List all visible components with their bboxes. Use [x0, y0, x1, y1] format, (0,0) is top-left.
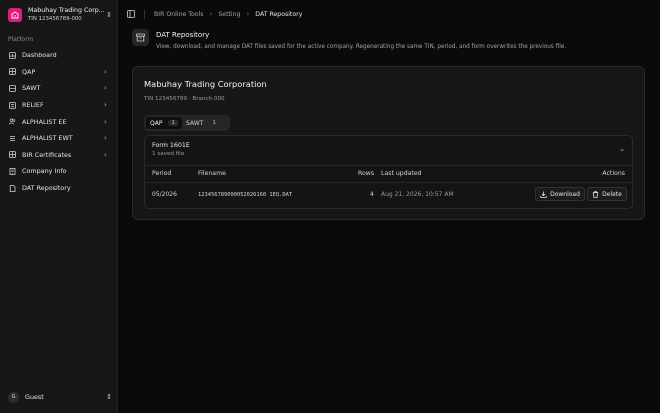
- download-icon: [540, 191, 547, 198]
- chevrons-updown-icon: ⇕: [106, 11, 112, 19]
- chevron-down-icon[interactable]: ⌄: [619, 145, 625, 153]
- company-logo-icon: [8, 8, 22, 22]
- archive-icon: [132, 29, 149, 46]
- sidebar-item-company-info[interactable]: Company Info: [4, 163, 114, 180]
- grid-icon: [8, 68, 16, 76]
- chevron-right-icon: ›: [104, 117, 107, 126]
- sidebar-item-label: RELIEF: [22, 101, 44, 110]
- tab-label: SAWT: [186, 119, 204, 127]
- sidebar-nav: Dashboard QAP › SAWT › RELIEF › ALPHALIS…: [4, 47, 114, 196]
- download-button[interactable]: Download: [535, 187, 585, 201]
- column-header-actions: Actions: [602, 170, 625, 177]
- company-info: Mabuhay Trading Corp... TIN 123456789-00…: [28, 6, 104, 24]
- divider: [144, 9, 145, 19]
- user-name: Guest: [25, 393, 44, 401]
- sidebar-item-alphalist-ewt[interactable]: ALPHALIST EWT ›: [4, 130, 114, 147]
- form-header[interactable]: Form 1601E 1 saved file ⌄: [145, 136, 632, 166]
- chevron-right-icon: ›: [104, 150, 107, 159]
- page-description: View, download, and manage DAT files sav…: [156, 44, 567, 50]
- sidebar-item-label: Company Info: [22, 167, 67, 176]
- cell-rows: 4: [370, 191, 374, 198]
- delete-label: Delete: [602, 190, 622, 198]
- company-name: Mabuhay Trading Corp...: [28, 7, 104, 14]
- column-header-filename: Filename: [198, 170, 226, 177]
- sidebar-item-dashboard[interactable]: Dashboard: [4, 47, 114, 64]
- tab-count-badge: 1: [212, 120, 216, 126]
- list-icon: [8, 101, 16, 109]
- column-header-period: Period: [152, 170, 172, 177]
- company-card: Mabuhay Trading Corporation TIN 12345678…: [132, 66, 645, 220]
- chevron-right-icon: ›: [209, 10, 213, 18]
- sidebar-item-label: SAWT: [22, 84, 41, 93]
- sidebar-item-sawt[interactable]: SAWT ›: [4, 80, 114, 97]
- breadcrumb-current: DAT Repository: [255, 10, 303, 18]
- cell-last-updated: Aug 21, 2026, 10:57 AM: [381, 191, 454, 198]
- sidebar-toggle-icon[interactable]: [126, 9, 136, 19]
- grid-icon: [8, 151, 16, 159]
- sidebar-item-relief[interactable]: RELIEF ›: [4, 97, 114, 114]
- cell-period: 05/2026: [152, 191, 177, 198]
- form-file-count: 1 saved file: [152, 151, 185, 157]
- main-content: BIR Online Tools › Setting › DAT Reposit…: [118, 0, 660, 413]
- form-section: Form 1601E 1 saved file ⌄ Period Filenam…: [144, 135, 633, 209]
- tab-qap[interactable]: QAP 1: [146, 117, 183, 129]
- sidebar-item-label: Dashboard: [22, 51, 57, 60]
- sidebar-item-dat-repository[interactable]: DAT Repository: [4, 180, 114, 197]
- delete-button[interactable]: Delete: [587, 187, 627, 201]
- chevron-right-icon: ›: [104, 67, 107, 76]
- column-header-last-updated: Last updated: [381, 170, 422, 177]
- grid-icon: [8, 84, 16, 92]
- sidebar-item-label: ALPHALIST EE: [22, 117, 67, 126]
- download-label: Download: [550, 190, 580, 198]
- trash-icon: [592, 190, 599, 198]
- list-icon: [8, 134, 16, 142]
- card-tin-branch: TIN 123456789 · Branch 000: [144, 96, 225, 102]
- form-tabs: QAP 1 SAWT 1: [144, 115, 230, 131]
- sidebar-item-label: BIR Certificates: [22, 150, 72, 159]
- avatar: G: [8, 391, 19, 403]
- sidebar-item-bir-certificates[interactable]: BIR Certificates ›: [4, 147, 114, 164]
- breadcrumb-root[interactable]: BIR Online Tools: [154, 11, 204, 18]
- company-tin: TIN 123456789-000: [28, 16, 82, 22]
- breadcrumb-section[interactable]: Setting: [218, 11, 240, 18]
- divider: [145, 182, 632, 183]
- page-header: DAT Repository View, download, and manag…: [132, 29, 566, 50]
- sidebar-item-label: QAP: [22, 67, 36, 76]
- form-name: Form 1601E: [152, 142, 190, 149]
- sidebar-item-qap[interactable]: QAP ›: [4, 64, 114, 81]
- chevron-right-icon: ›: [104, 101, 107, 110]
- company-switcher[interactable]: Mabuhay Trading Corp... TIN 123456789-00…: [4, 4, 114, 26]
- sidebar-item-label: DAT Repository: [22, 184, 71, 193]
- column-header-rows: Rows: [358, 170, 375, 177]
- sidebar: Mabuhay Trading Corp... TIN 123456789-00…: [0, 0, 118, 413]
- sidebar-item-alphalist-ee[interactable]: ALPHALIST EE ›: [4, 113, 114, 130]
- tab-label: QAP: [150, 119, 163, 127]
- user-menu[interactable]: G Guest ⇕: [4, 389, 114, 405]
- card-company-name: Mabuhay Trading Corporation: [144, 79, 267, 89]
- building-icon: [8, 167, 16, 175]
- page-title: DAT Repository: [156, 31, 210, 39]
- chevron-right-icon: ›: [104, 134, 107, 143]
- chevron-right-icon: ›: [246, 10, 250, 18]
- chevron-right-icon: ›: [104, 84, 107, 93]
- tab-sawt[interactable]: SAWT 1: [182, 117, 220, 129]
- topbar: BIR Online Tools › Setting › DAT Reposit…: [118, 7, 658, 21]
- chevrons-updown-icon: ⇕: [106, 393, 112, 401]
- sidebar-item-label: ALPHALIST EWT: [22, 134, 73, 143]
- file-icon: [8, 184, 16, 192]
- tab-count-badge: 1: [168, 120, 179, 126]
- users-icon: [8, 118, 16, 126]
- sidebar-group-label: Platform: [8, 36, 34, 43]
- dashboard-icon: [8, 51, 16, 59]
- cell-filename: 123456789000052026160 1EQ.DAT: [198, 192, 293, 198]
